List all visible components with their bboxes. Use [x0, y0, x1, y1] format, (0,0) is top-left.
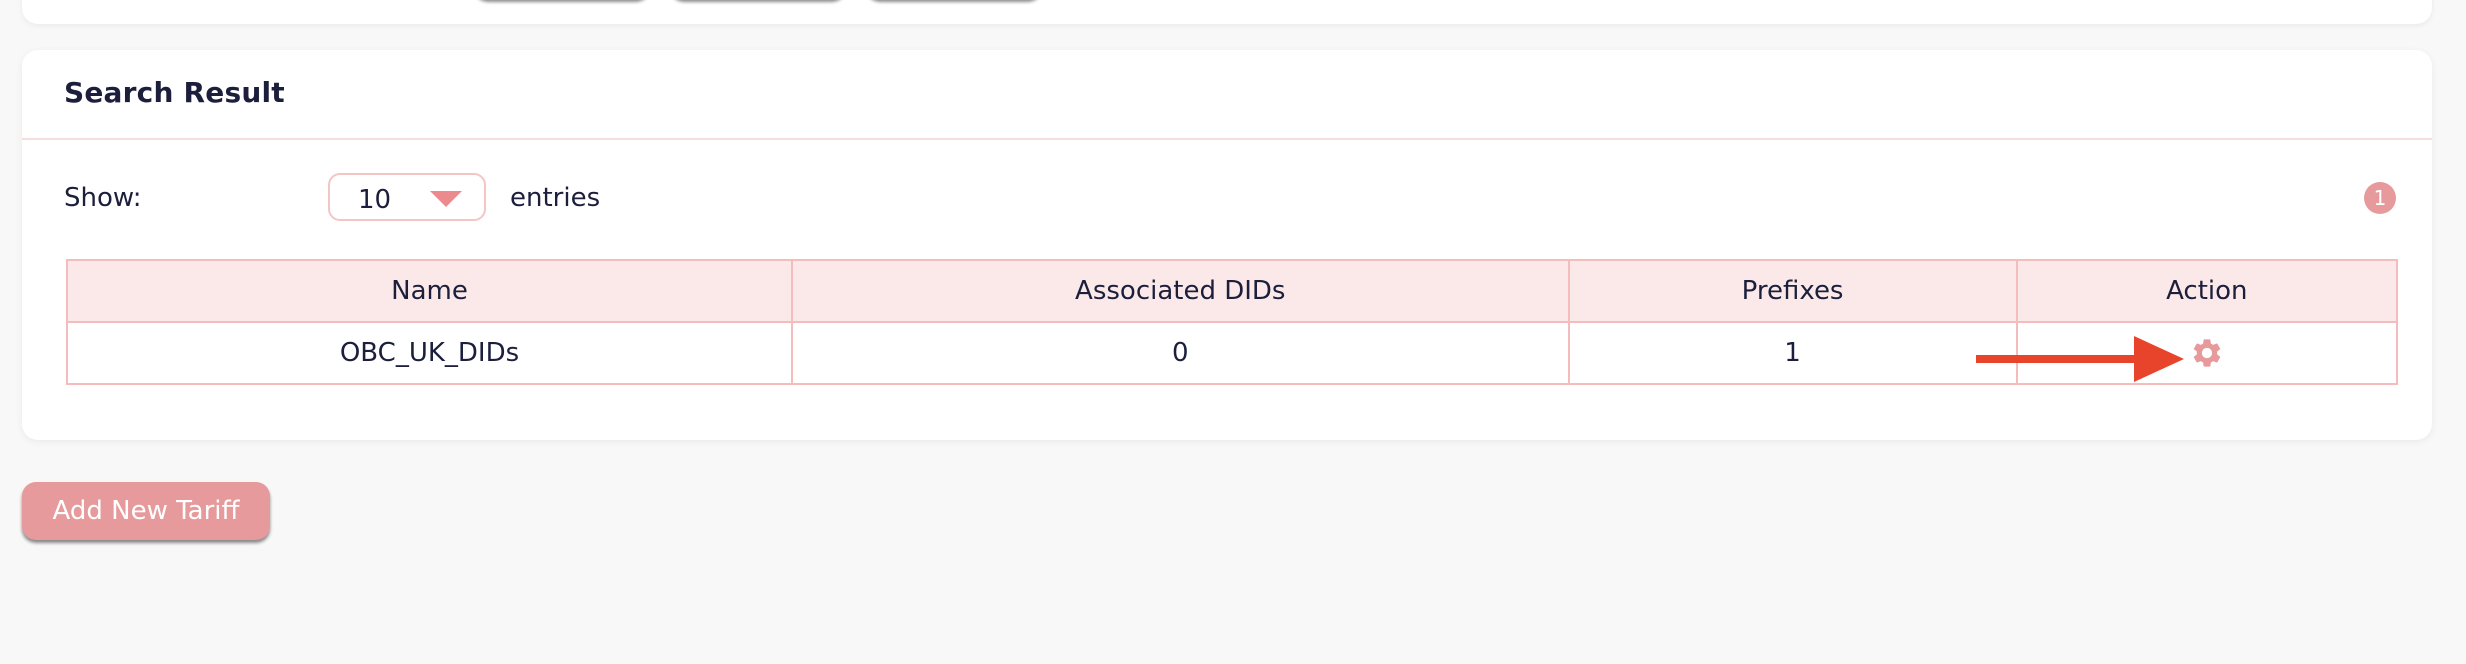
cell-action	[2015, 321, 2399, 385]
table-row: OBC_UK_DIDs 0 1	[66, 321, 2399, 385]
page-size-select[interactable]: 10	[328, 173, 486, 221]
column-header-name[interactable]: Name	[66, 259, 793, 323]
caret-down-icon	[430, 191, 462, 207]
search-result-card: Search Result Show: 10 entries 1 Name As…	[22, 50, 2432, 440]
entries-label: entries	[510, 183, 601, 213]
show-label: Show:	[64, 183, 142, 213]
column-header-action: Action	[2015, 259, 2399, 323]
gear-icon[interactable]	[2190, 336, 2224, 370]
table-header-row: Name Associated DIDs Prefixes Action	[66, 259, 2399, 323]
cell-name: OBC_UK_DIDs	[66, 321, 793, 385]
card-title: Search Result	[64, 76, 285, 109]
cell-prefixes: 1	[1567, 321, 2018, 385]
page-size-value: 10	[358, 185, 392, 215]
column-header-prefixes[interactable]: Prefixes	[1567, 259, 2018, 323]
cell-associated-dids: 0	[791, 321, 1570, 385]
column-header-associated-dids[interactable]: Associated DIDs	[791, 259, 1570, 323]
card-header: Search Result	[22, 50, 2432, 140]
add-new-tariff-button[interactable]: Add New Tariff	[22, 482, 270, 540]
results-table: Name Associated DIDs Prefixes Action OBC…	[66, 259, 2399, 385]
pagination-page-1[interactable]: 1	[2364, 182, 2396, 214]
filter-card	[22, 0, 2432, 24]
